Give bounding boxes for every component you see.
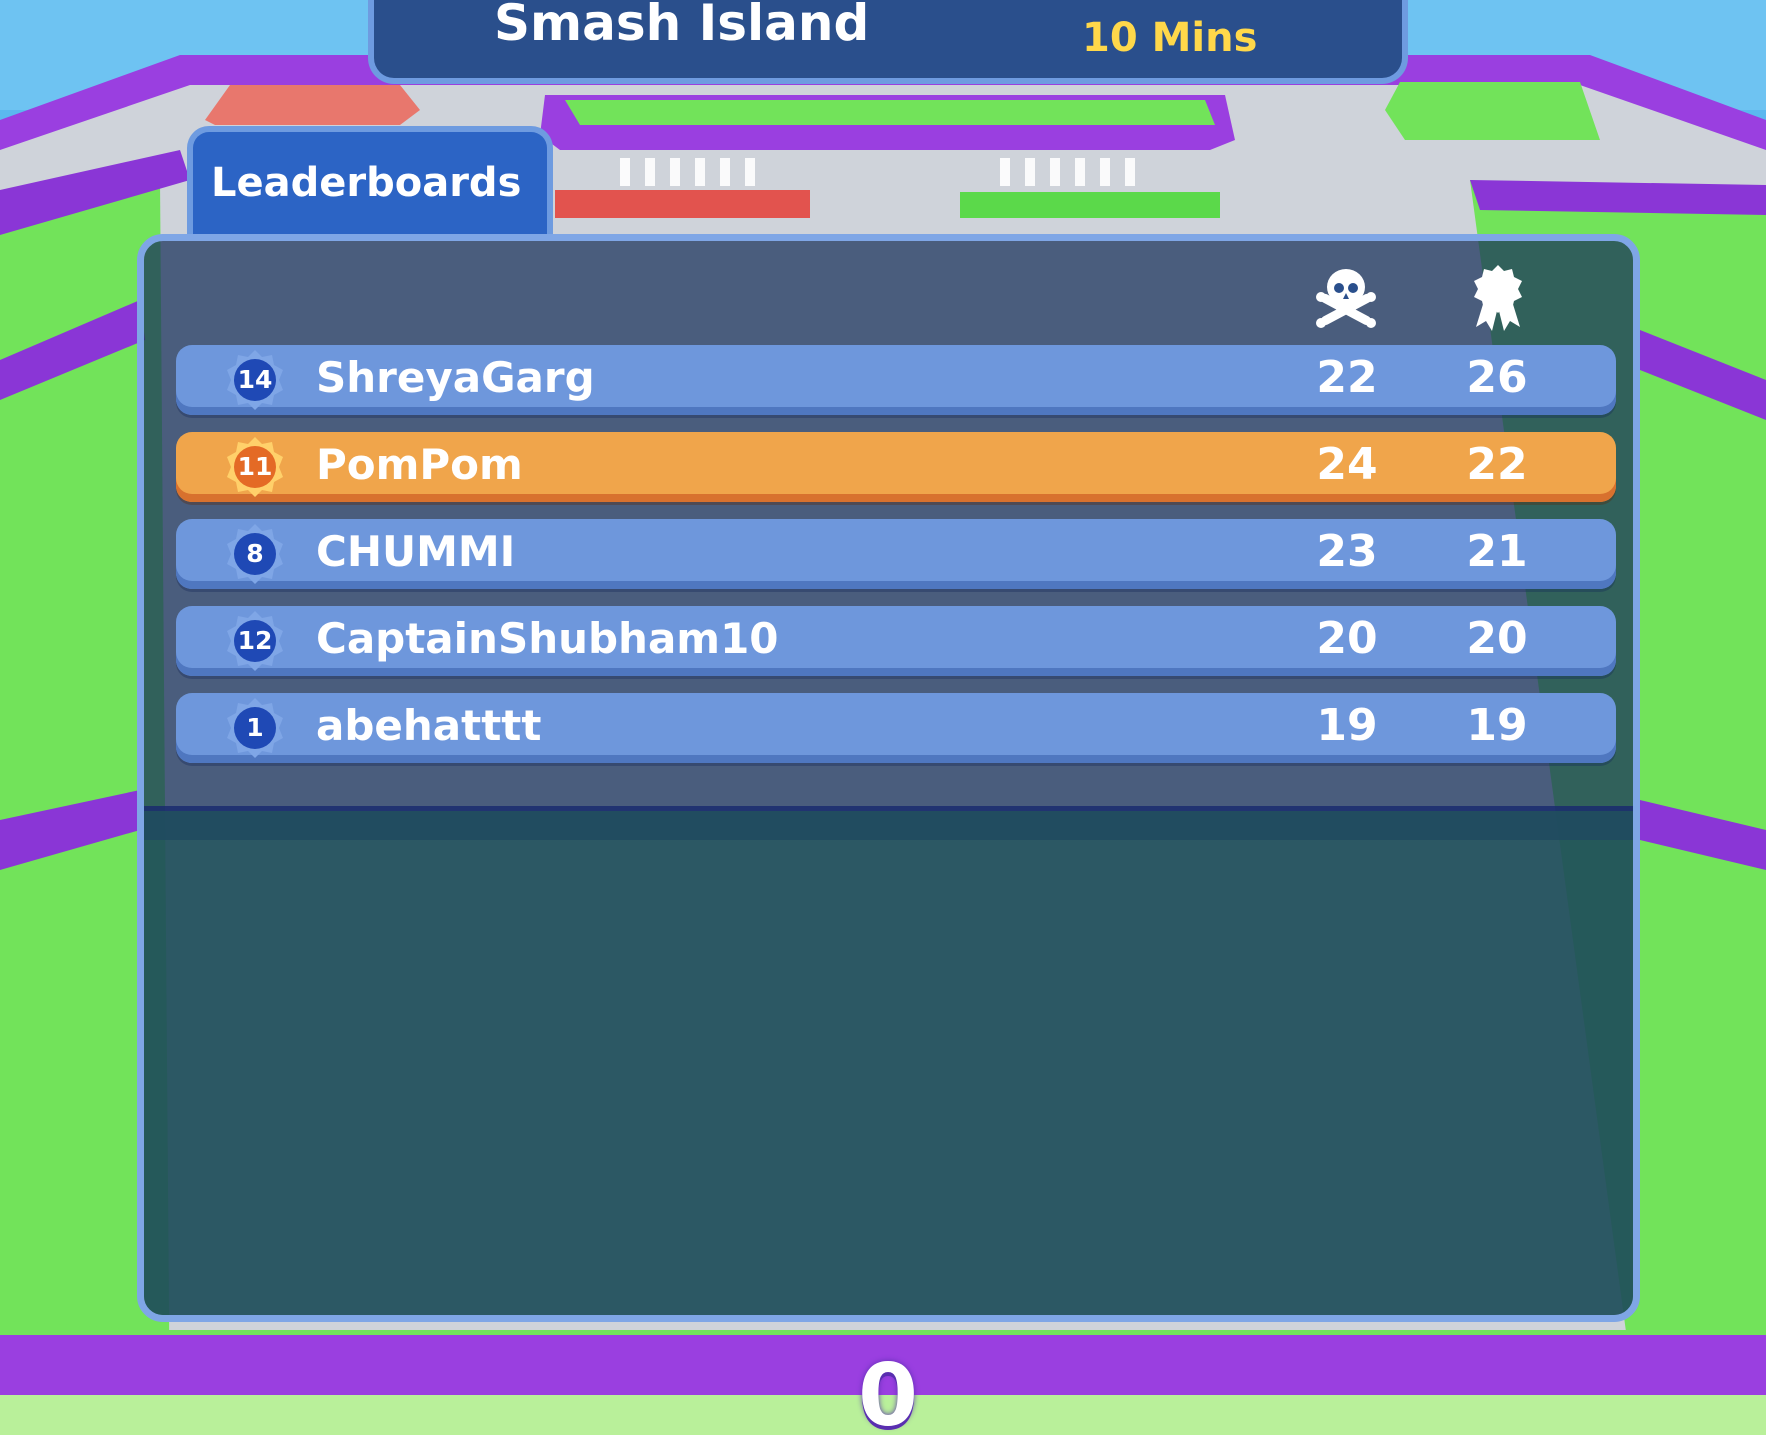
leaderboard-row-current-player[interactable]: 11 PomPom 24 22 — [176, 432, 1616, 502]
skull-crossbones-icon — [1310, 261, 1382, 333]
rank-badge: 11 — [224, 436, 286, 498]
tab-leaderboards-label: Leaderboards — [211, 160, 522, 206]
leaderboard-row[interactable]: 12 CaptainShubham10 20 20 — [176, 606, 1616, 676]
rank-badge: 14 — [224, 349, 286, 411]
match-info-banner: Smash Island 10 Mins — [368, 0, 1408, 84]
score-value: 22 — [1466, 439, 1528, 490]
leaderboard-row[interactable]: 14 ShreyaGarg 22 26 — [176, 345, 1616, 415]
score-value: 19 — [1466, 700, 1528, 751]
kills-value: 19 — [1316, 700, 1378, 751]
player-name: ShreyaGarg — [316, 353, 595, 402]
rank-number: 11 — [237, 452, 273, 481]
rank-number: 14 — [237, 365, 273, 394]
rank-number: 8 — [246, 539, 264, 568]
rank-badge: 1 — [224, 697, 286, 759]
rank-badge: 8 — [224, 523, 286, 585]
leaderboard-panel: 14 ShreyaGarg 22 26 11 PomPom 24 22 8 CH… — [137, 234, 1640, 1322]
score-value: 21 — [1466, 526, 1528, 577]
player-name: CHUMMI — [316, 527, 516, 576]
player-name: abehatttt — [316, 701, 542, 750]
player-name: PomPom — [316, 440, 523, 489]
leaderboard-row[interactable]: 1 abehatttt 19 19 — [176, 693, 1616, 763]
rank-number: 1 — [246, 713, 264, 742]
player-name: CaptainShubham10 — [316, 614, 779, 663]
score-value: 26 — [1466, 352, 1528, 403]
score-value: 20 — [1466, 613, 1528, 664]
award-ribbon-icon — [1462, 261, 1534, 333]
rank-badge: 12 — [224, 610, 286, 672]
kills-value: 23 — [1316, 526, 1378, 577]
match-duration: 10 Mins — [1082, 15, 1258, 61]
tab-leaderboards[interactable]: Leaderboards — [187, 126, 553, 238]
panel-empty-area — [144, 811, 1633, 1315]
leaderboard-row[interactable]: 8 CHUMMI 23 21 — [176, 519, 1616, 589]
rank-number: 12 — [237, 626, 273, 655]
kills-value: 22 — [1316, 352, 1378, 403]
bottom-counter: 0 — [858, 1346, 918, 1435]
map-name: Smash Island — [494, 0, 870, 52]
kills-value: 24 — [1316, 439, 1378, 490]
kills-value: 20 — [1316, 613, 1378, 664]
